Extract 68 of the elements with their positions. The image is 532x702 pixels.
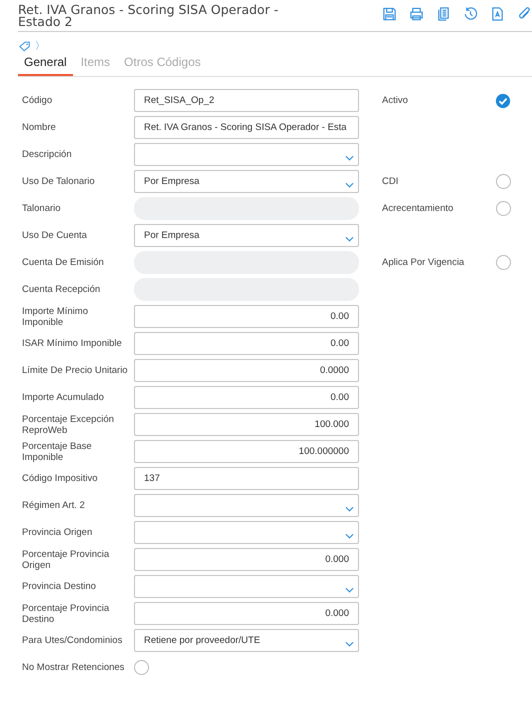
window-title: Ret. IVA Granos - Scoring SISA Operador - Estado 2	[18, 4, 280, 28]
field-label: Aplica Por Vigencia	[382, 257, 464, 268]
input-field[interactable]: 0.000	[134, 602, 359, 625]
tab[interactable]: General	[18, 52, 73, 76]
radio-button[interactable]	[134, 660, 149, 675]
field-label: Activo	[382, 95, 408, 106]
print-icon[interactable]	[409, 6, 424, 22]
history-icon[interactable]	[463, 6, 478, 22]
chevron-down-icon	[345, 236, 354, 242]
breadcrumb-separator: 〉	[35, 40, 45, 53]
dropdown-field[interactable]	[134, 143, 359, 166]
input-field[interactable]: 100.000	[134, 413, 359, 436]
checkbox-checked[interactable]	[495, 92, 511, 108]
save-icon[interactable]	[382, 6, 397, 22]
field-label: CDI	[382, 176, 398, 187]
field-label: No Mostrar Retenciones	[22, 661, 126, 675]
input-field[interactable]: 137	[134, 467, 359, 490]
input-field[interactable]: Ret. IVA Granos - Scoring SISA Operador - Esta	[134, 116, 359, 139]
dropdown-field[interactable]	[134, 575, 359, 598]
tag-icon[interactable]	[19, 40, 31, 52]
field-label: Porcentaje Provincia Destino	[22, 602, 110, 625]
dropdown-value: Por Empresa	[144, 176, 200, 187]
field-label: Código	[22, 94, 54, 108]
input-field[interactable]: 100.000000	[134, 440, 359, 463]
input-field[interactable]: 0.00	[134, 386, 359, 409]
field-label: Provincia Destino	[22, 580, 97, 594]
radio-button[interactable]	[496, 201, 511, 216]
field-label: Para Utes/Condominios	[22, 634, 124, 648]
radio-button[interactable]	[496, 255, 511, 270]
chevron-down-icon	[345, 586, 354, 592]
dropdown-field[interactable]	[134, 494, 359, 517]
field-label: Cuenta De Emisión	[22, 256, 105, 270]
input-field[interactable]: Ret_SISA_Op_2	[134, 89, 359, 112]
dropdown-field[interactable]: Retiene por proveedor/UTE	[134, 629, 359, 652]
chevron-down-icon	[345, 506, 354, 512]
field-label: Régimen Art. 2	[22, 499, 86, 513]
field-label: Provincia Origen	[22, 526, 94, 540]
input-field[interactable]: 0.00	[134, 332, 359, 355]
field-label: Código Impositivo	[22, 472, 99, 486]
dropdown-field[interactable]: Por Empresa	[134, 170, 359, 193]
field-label: Cuenta Recepción	[22, 283, 102, 297]
field-label: Nombre	[22, 121, 57, 135]
input-field[interactable]: 0.00	[134, 305, 359, 328]
field-label: Uso De Cuenta	[22, 229, 88, 243]
field-label: Uso De Talonario	[22, 175, 96, 189]
field-label: Importe Acumulado	[22, 391, 105, 405]
field-label: Porcentaje Excepción ReproWeb	[22, 413, 115, 436]
field-label: Talonario	[22, 202, 62, 216]
chevron-down-icon	[345, 640, 354, 646]
dropdown-value: Por Empresa	[144, 230, 200, 241]
dropdown-value: Retiene por proveedor/UTE	[144, 635, 260, 646]
field-label: Descripción	[22, 148, 73, 162]
dropdown-field[interactable]	[134, 521, 359, 544]
field-label: ISAR Mínimo Imponible	[22, 337, 123, 351]
field-label: Porcentaje Base Imponible	[22, 440, 93, 463]
input-field[interactable]: 0.0000	[134, 359, 359, 382]
field-label: Límite De Precio Unitario	[22, 364, 129, 378]
document-icon[interactable]	[490, 6, 505, 22]
dropdown-field[interactable]: Por Empresa	[134, 224, 359, 247]
copy-icon[interactable]	[436, 6, 451, 22]
field-label: Acrecentamiento	[382, 203, 454, 214]
input-field[interactable]: 0.000	[134, 548, 359, 571]
radio-button[interactable]	[496, 174, 511, 189]
field-label: Porcentaje Provincia Origen	[22, 548, 110, 571]
chevron-down-icon	[345, 154, 354, 160]
field-label: Importe Mínimo Imponible	[22, 305, 89, 328]
chevron-down-icon	[345, 532, 354, 538]
chevron-down-icon	[345, 182, 354, 188]
